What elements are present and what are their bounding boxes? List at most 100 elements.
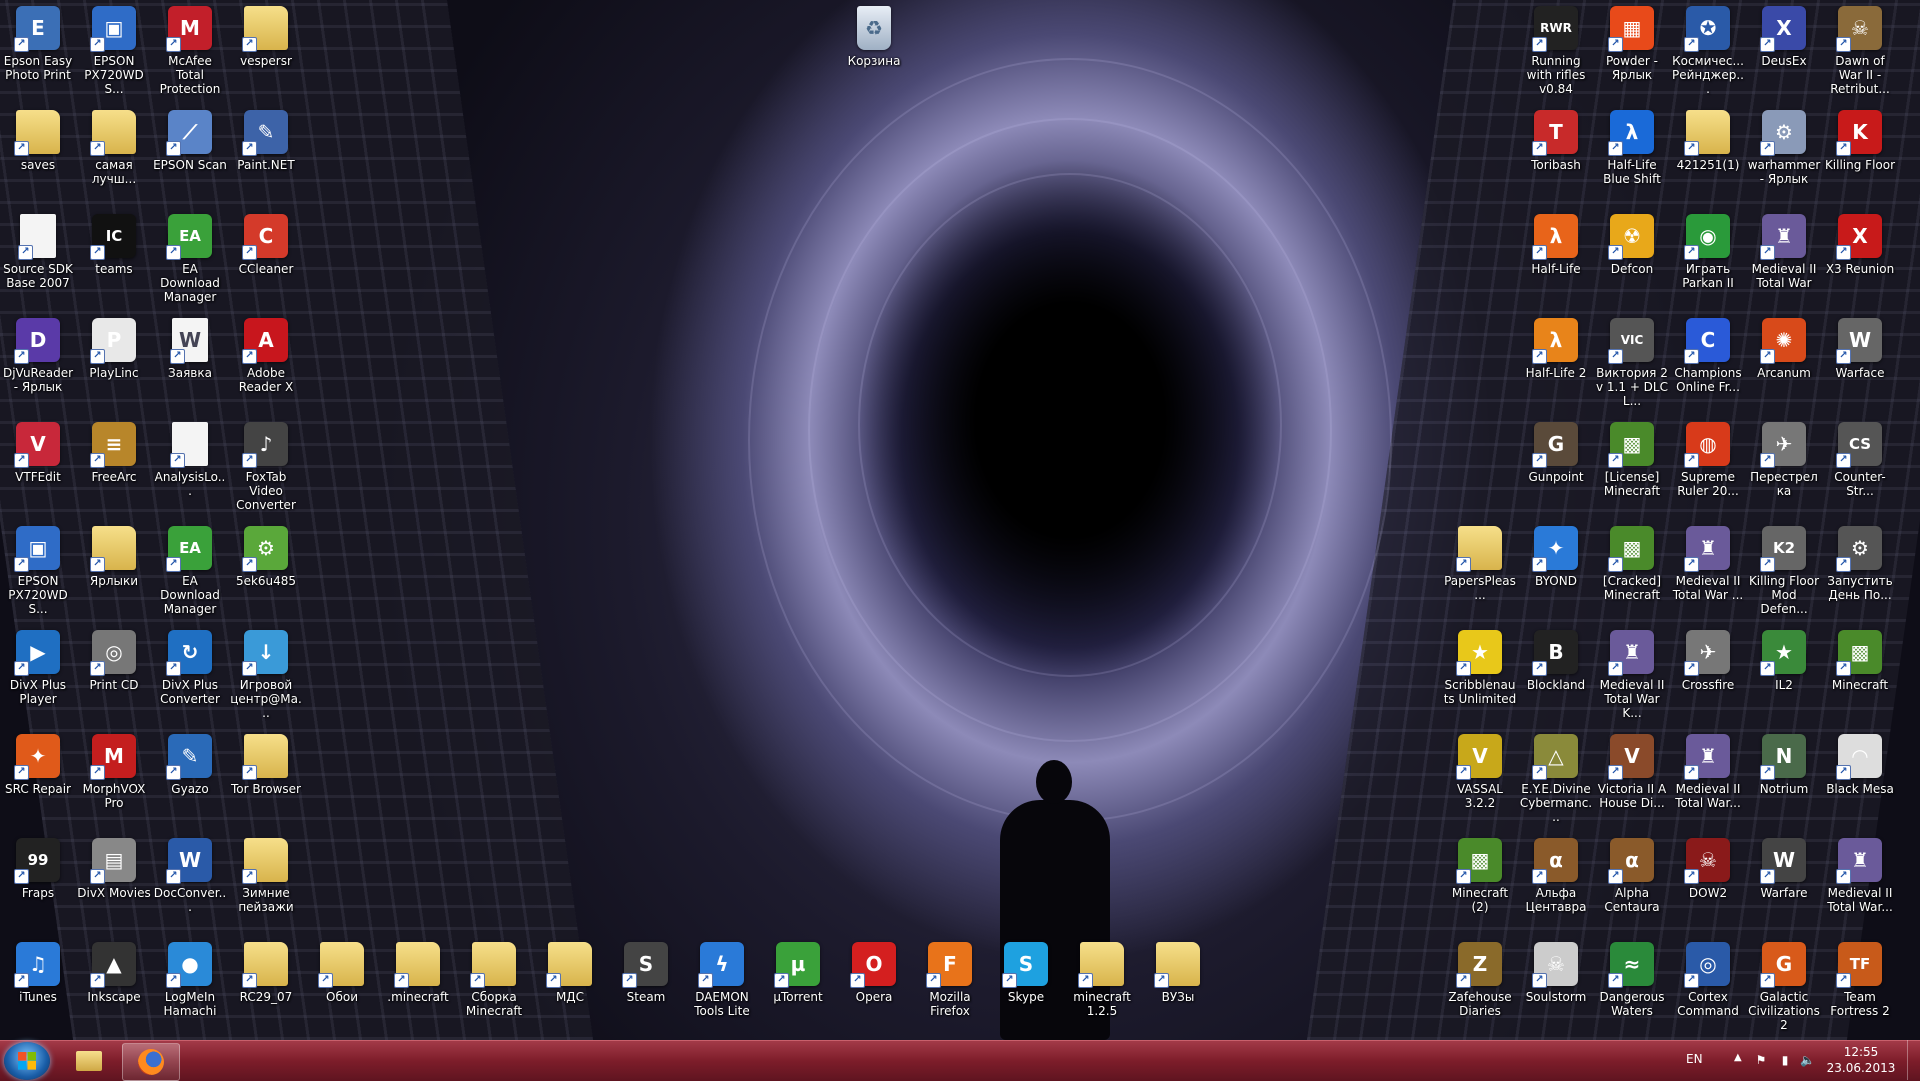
desktop-shortcut[interactable]: K2 ↗ Killing Floor Mod Defen... <box>1746 526 1822 616</box>
desktop-shortcut[interactable]: ☠ ↗ Soulstorm <box>1518 942 1594 1004</box>
desktop-shortcut[interactable]: ● ↗ LogMeIn Hamachi <box>152 942 228 1018</box>
desktop-shortcut[interactable]: ⚙ ↗ Запустить День По... <box>1822 526 1898 602</box>
desktop-shortcut[interactable]: ↗ vespersr <box>228 6 304 68</box>
desktop-shortcut[interactable]: C ↗ CCleaner <box>228 214 304 276</box>
desktop-shortcut[interactable]: ♜ ↗ Medieval II Total War ... <box>1670 526 1746 602</box>
desktop-shortcut[interactable]: RWR ↗ Running with rifles v0.84 <box>1518 6 1594 96</box>
desktop-shortcut[interactable]: EA ↗ EA Download Manager <box>152 214 228 304</box>
desktop-shortcut[interactable]: λ ↗ Half-Life Blue Shift <box>1594 110 1670 186</box>
desktop-shortcut[interactable]: ↻ ↗ DivX Plus Converter <box>152 630 228 706</box>
desktop-shortcut[interactable]: ☠ ↗ DOW2 <box>1670 838 1746 900</box>
desktop-shortcut[interactable]: IC ↗ teams <box>76 214 152 276</box>
language-indicator[interactable]: EN <box>1686 1052 1703 1066</box>
recycle-bin[interactable]: ♻ Корзина <box>836 6 912 68</box>
start-button[interactable] <box>4 1042 50 1080</box>
desktop-shortcut[interactable]: ◎ ↗ Print CD <box>76 630 152 692</box>
volume-icon[interactable]: 🔈 <box>1800 1053 1815 1067</box>
desktop-shortcut[interactable]: ☠ ↗ Dawn of War II - Retribut... <box>1822 6 1898 96</box>
desktop-shortcut[interactable]: ♜ ↗ Medieval II Total War <box>1746 214 1822 290</box>
desktop-shortcut[interactable]: ↗ saves <box>0 110 76 172</box>
desktop-shortcut[interactable]: 99 ↗ Fraps <box>0 838 76 900</box>
desktop-shortcut[interactable]: Z ↗ Zafehouse Diaries <box>1442 942 1518 1018</box>
desktop-shortcut[interactable]: ⟋ ↗ EPSON Scan <box>152 110 228 172</box>
network-icon[interactable]: ▮ <box>1778 1053 1792 1067</box>
desktop-shortcut[interactable]: ⚙ ↗ 5ek6u485 <box>228 526 304 588</box>
desktop-shortcut[interactable]: ◉ ↗ Играть Parkan II <box>1670 214 1746 290</box>
desktop-shortcut[interactable]: S ↗ Steam <box>608 942 684 1004</box>
desktop-shortcut[interactable]: W ↗ Warfare <box>1746 838 1822 900</box>
desktop-shortcut[interactable]: ★ ↗ IL2 <box>1746 630 1822 692</box>
desktop-shortcut[interactable]: ✎ ↗ Paint.NET <box>228 110 304 172</box>
desktop-shortcut[interactable]: ϟ ↗ DAEMON Tools Lite <box>684 942 760 1018</box>
desktop-shortcut[interactable]: △ ↗ E.Y.E.Divine Cybermanc... <box>1518 734 1594 824</box>
desktop-shortcut[interactable]: ⚙ ↗ warhammer - Ярлык <box>1746 110 1822 186</box>
desktop-shortcut[interactable]: C ↗ Champions Online Fr... <box>1670 318 1746 394</box>
desktop-shortcut[interactable]: ✦ ↗ BYOND <box>1518 526 1594 588</box>
desktop-shortcut[interactable]: X ↗ DeusEx <box>1746 6 1822 68</box>
desktop-shortcut[interactable]: E ↗ Epson Easy Photo Print <box>0 6 76 82</box>
clock[interactable]: 12:55 23.06.2013 <box>1826 1044 1896 1076</box>
desktop-shortcut[interactable]: ◍ ↗ Supreme Ruler 20... <box>1670 422 1746 498</box>
desktop-shortcut[interactable]: ♜ ↗ Medieval II Total War K... <box>1594 630 1670 720</box>
desktop-shortcut[interactable]: ↗ 421251(1) <box>1670 110 1746 172</box>
desktop-shortcut[interactable]: ✈ ↗ Перестрелка <box>1746 422 1822 498</box>
desktop-shortcut[interactable]: ◠ ↗ Black Mesa <box>1822 734 1898 796</box>
desktop-shortcut[interactable]: ▩ ↗ [Cracked] Minecraft <box>1594 526 1670 602</box>
desktop-shortcut[interactable]: S ↗ Skype <box>988 942 1064 1004</box>
desktop-shortcut[interactable]: ★ ↗ Scribblenauts Unlimited <box>1442 630 1518 706</box>
desktop-shortcut[interactable]: ▩ ↗ Minecraft (2) <box>1442 838 1518 914</box>
desktop-shortcut[interactable]: ↗ PapersPleas... <box>1442 526 1518 602</box>
taskbar-explorer-button[interactable] <box>60 1043 116 1079</box>
desktop-shortcut[interactable]: ↗ Tor Browser <box>228 734 304 796</box>
desktop-shortcut[interactable]: ▤ ↗ DivX Movies <box>76 838 152 900</box>
desktop-shortcut[interactable]: V ↗ Victoria II A House Di... <box>1594 734 1670 810</box>
desktop-shortcut[interactable]: ▶ ↗ DivX Plus Player <box>0 630 76 706</box>
desktop-shortcut[interactable]: ↗ minecraft 1.2.5 <box>1064 942 1140 1018</box>
desktop-shortcut[interactable]: D ↗ DjVuReader - Ярлык <box>0 318 76 394</box>
desktop-shortcut[interactable]: ↗ Зимние пейзажи <box>228 838 304 914</box>
desktop-shortcut[interactable]: λ ↗ Half-Life <box>1518 214 1594 276</box>
desktop-shortcut[interactable]: ♜ ↗ Medieval II Total War... <box>1670 734 1746 810</box>
desktop-shortcut[interactable]: λ ↗ Half-Life 2 <box>1518 318 1594 380</box>
desktop-shortcut[interactable]: ▲ ↗ Inkscape <box>76 942 152 1004</box>
desktop-shortcut[interactable]: W ↗ Заявка <box>152 318 228 380</box>
desktop-shortcut[interactable]: V ↗ VASSAL 3.2.2 <box>1442 734 1518 810</box>
desktop-shortcut[interactable]: P ↗ PlayLinc <box>76 318 152 380</box>
desktop-shortcut[interactable]: ♜ ↗ Medieval II Total War... <box>1822 838 1898 914</box>
desktop-shortcut[interactable]: M ↗ McAfee Total Protection <box>152 6 228 96</box>
desktop-shortcut[interactable]: ♪ ↗ FoxTab Video Converter <box>228 422 304 512</box>
desktop-shortcut[interactable]: G ↗ Gunpoint <box>1518 422 1594 484</box>
desktop-shortcut[interactable]: X ↗ X3 Reunion <box>1822 214 1898 276</box>
desktop-shortcut[interactable]: ▩ ↗ [License] Minecraft <box>1594 422 1670 498</box>
desktop-shortcut[interactable]: α ↗ Alpha Centaura <box>1594 838 1670 914</box>
desktop-shortcut[interactable]: ≈ ↗ Dangerous Waters <box>1594 942 1670 1018</box>
desktop-shortcut[interactable]: T ↗ Toribash <box>1518 110 1594 172</box>
desktop-shortcut[interactable]: ↗ Ярлыки <box>76 526 152 588</box>
desktop-shortcut[interactable]: ▣ ↗ EPSON PX720WD S... <box>0 526 76 616</box>
desktop-shortcut[interactable]: W ↗ Warface <box>1822 318 1898 380</box>
desktop-shortcut[interactable]: ◎ ↗ Cortex Command <box>1670 942 1746 1018</box>
desktop-shortcut[interactable]: ↓ ↗ Игровой центр@Ма... <box>228 630 304 720</box>
desktop-shortcut[interactable]: ↗ Сборка Minecraft <box>456 942 532 1018</box>
desktop-shortcut[interactable]: ↗ .minecraft <box>380 942 456 1004</box>
desktop-shortcut[interactable]: ☢ ↗ Defcon <box>1594 214 1670 276</box>
desktop-shortcut[interactable]: ↗ RC29_07 <box>228 942 304 1004</box>
desktop-shortcut[interactable]: A ↗ Adobe Reader X <box>228 318 304 394</box>
desktop-shortcut[interactable]: ✈ ↗ Crossfire <box>1670 630 1746 692</box>
show-desktop-button[interactable] <box>1907 1040 1920 1080</box>
show-hidden-icons-icon[interactable]: ▲ <box>1734 1052 1742 1063</box>
desktop-shortcut[interactable]: TF ↗ Team Fortress 2 <box>1822 942 1898 1018</box>
desktop-shortcut[interactable]: ♫ ↗ iTunes <box>0 942 76 1004</box>
action-center-flag-icon[interactable]: ⚑ <box>1754 1053 1768 1067</box>
desktop-shortcut[interactable]: ✎ ↗ Gyazo <box>152 734 228 796</box>
desktop-shortcut[interactable]: V ↗ VTFEdit <box>0 422 76 484</box>
desktop-shortcut[interactable]: ≡ ↗ FreeArc <box>76 422 152 484</box>
desktop-shortcut[interactable]: O ↗ Opera <box>836 942 912 1004</box>
desktop-shortcut[interactable]: ↗ самая лучш... <box>76 110 152 186</box>
desktop-shortcut[interactable]: VIC ↗ Виктория 2 v 1.1 + DLC L... <box>1594 318 1670 408</box>
desktop-shortcut[interactable]: ✪ ↗ Космичес... Рейнджер... <box>1670 6 1746 96</box>
desktop-shortcut[interactable]: α ↗ Альфа Центавра <box>1518 838 1594 914</box>
desktop-shortcut[interactable]: ▩ ↗ Minecraft <box>1822 630 1898 692</box>
desktop-shortcut[interactable]: ↗ Source SDK Base 2007 <box>0 214 76 290</box>
desktop-shortcut[interactable]: CS ↗ Counter-Str... <box>1822 422 1898 498</box>
